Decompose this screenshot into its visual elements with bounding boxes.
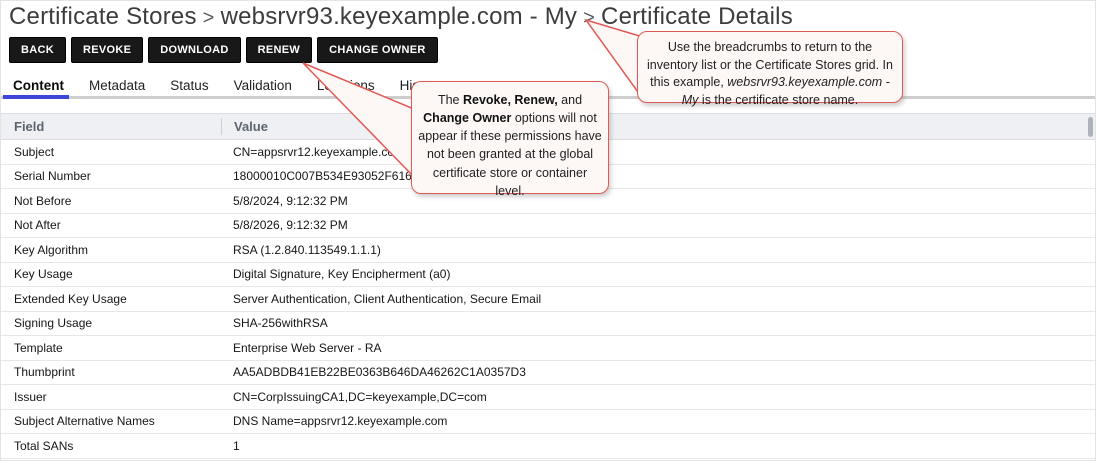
column-header-field: Field bbox=[1, 119, 221, 134]
field-cell: Signing Usage bbox=[1, 316, 221, 330]
value-cell: AA5ADBDB41EB22BE0363B646DA46262C1A0357D3 bbox=[221, 365, 1095, 379]
table-row: IssuerCN=CorpIssuingCA1,DC=keyexample,DC… bbox=[1, 385, 1095, 410]
value-cell: 5/8/2024, 9:12:32 PM bbox=[221, 194, 1095, 208]
table-row: Total SANs1 bbox=[1, 434, 1095, 459]
field-cell: Extended Key Usage bbox=[1, 292, 221, 306]
value-cell: RSA (1.2.840.113549.1.1.1) bbox=[221, 243, 1095, 257]
back-button[interactable]: BACK bbox=[9, 37, 66, 63]
field-cell: Key Algorithm bbox=[1, 243, 221, 257]
breadcrumb-separator: > bbox=[577, 7, 601, 29]
callout-text-run: The bbox=[438, 93, 463, 107]
table-row: Not After5/8/2026, 9:12:32 PM bbox=[1, 214, 1095, 239]
callout-text-run: and bbox=[558, 93, 582, 107]
download-button[interactable]: DOWNLOAD bbox=[148, 37, 240, 63]
table-row: Signing UsageSHA-256withRSA bbox=[1, 312, 1095, 337]
value-cell: 5/8/2026, 9:12:32 PM bbox=[221, 218, 1095, 232]
vertical-scrollbar-thumb[interactable] bbox=[1088, 117, 1093, 137]
breadcrumb-separator: > bbox=[197, 7, 221, 29]
table-row: Subject Alternative NamesDNS Name=appsrv… bbox=[1, 410, 1095, 435]
value-cell: SHA-256withRSA bbox=[221, 316, 1095, 330]
value-cell: Server Authentication, Client Authentica… bbox=[221, 292, 1095, 306]
field-cell: Template bbox=[1, 341, 221, 355]
column-header-value: Value bbox=[221, 118, 1095, 135]
breadcrumb-certificate-stores[interactable]: Certificate Stores bbox=[9, 3, 197, 30]
tab-validation[interactable]: Validation bbox=[232, 78, 294, 93]
field-cell: Not After bbox=[1, 218, 221, 232]
breadcrumb: Certificate Stores>websrvr93.keyexample.… bbox=[9, 3, 793, 31]
renew-button[interactable]: RENEW bbox=[246, 37, 312, 63]
table-row: Key UsageDigital Signature, Key Encipher… bbox=[1, 263, 1095, 288]
tab-content[interactable]: Content bbox=[11, 78, 66, 93]
field-cell: Thumbprint bbox=[1, 365, 221, 379]
revoke-button[interactable]: REVOKE bbox=[71, 37, 143, 63]
value-cell: CN=appsrvr12.keyexample.com bbox=[221, 145, 1095, 159]
change-owner-button[interactable]: CHANGE OWNER bbox=[317, 37, 438, 63]
breadcrumb-current-page: Certificate Details bbox=[601, 3, 793, 30]
field-cell: Not Before bbox=[1, 194, 221, 208]
callout-breadcrumb-note: Use the breadcrumbs to return to the inv… bbox=[637, 31, 903, 103]
table-row: ThumbprintAA5ADBDB41EB22BE0363B646DA4626… bbox=[1, 361, 1095, 386]
value-cell: DNS Name=appsrvr12.keyexample.com bbox=[221, 414, 1095, 428]
tab-metadata[interactable]: Metadata bbox=[87, 78, 147, 93]
value-cell: Enterprise Web Server - RA bbox=[221, 341, 1095, 355]
tab-status[interactable]: Status bbox=[168, 78, 210, 93]
callout-text-run: Revoke, Renew, bbox=[463, 93, 558, 107]
certificate-details-page: Certificate Stores>websrvr93.keyexample.… bbox=[0, 0, 1096, 461]
tab-locations[interactable]: Locations bbox=[315, 78, 377, 93]
field-cell: Total SANs bbox=[1, 439, 221, 453]
field-cell: Issuer bbox=[1, 390, 221, 404]
callout-text-run: is the certificate store name. bbox=[698, 93, 858, 107]
field-cell: Serial Number bbox=[1, 169, 221, 183]
value-cell: Digital Signature, Key Encipherment (a0) bbox=[221, 267, 1095, 281]
tab-bar: Content Metadata Status Validation Locat… bbox=[11, 78, 444, 93]
callout-text-run: Change Owner bbox=[423, 111, 511, 125]
field-cell: Subject bbox=[1, 145, 221, 159]
value-cell: CN=CorpIssuingCA1,DC=keyexample,DC=com bbox=[221, 390, 1095, 404]
active-tab-indicator bbox=[3, 95, 69, 99]
callout-permissions-note: The Revoke, Renew, and Change Owner opti… bbox=[411, 81, 609, 194]
value-cell: 18000010C007B534E93052F6160002 bbox=[221, 169, 1095, 183]
table-row: Extended Key UsageServer Authentication,… bbox=[1, 287, 1095, 312]
table-row: Key AlgorithmRSA (1.2.840.113549.1.1.1) bbox=[1, 238, 1095, 263]
value-cell: 1 bbox=[221, 439, 1095, 453]
table-row: TemplateEnterprise Web Server - RA bbox=[1, 336, 1095, 361]
breadcrumb-store-name[interactable]: websrvr93.keyexample.com - My bbox=[221, 3, 578, 30]
toolbar: BACK REVOKE DOWNLOAD RENEW CHANGE OWNER bbox=[9, 37, 438, 63]
field-cell: Subject Alternative Names bbox=[1, 414, 221, 428]
field-cell: Key Usage bbox=[1, 267, 221, 281]
